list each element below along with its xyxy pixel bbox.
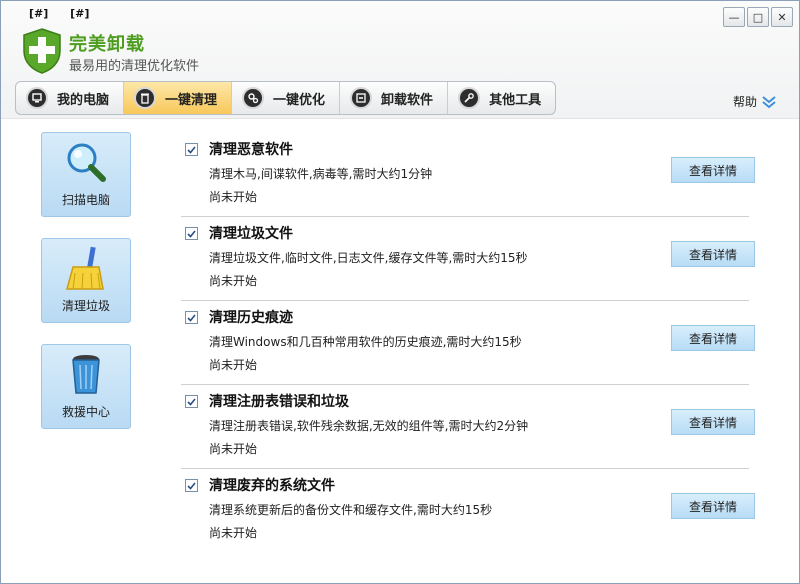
checkmark-icon: [187, 398, 196, 406]
item-checkbox[interactable]: [185, 227, 198, 240]
rescue-center-button[interactable]: 救援中心: [41, 344, 131, 429]
app-window: [#] [#] 完美卸载 最易用的清理优化软件 — □ ✕ 我的电脑 一键清理 …: [0, 0, 800, 584]
clean-item: 清理废弃的系统文件 清理系统更新后的备份文件和缓存文件,需时大约15秒 尚未开始…: [181, 469, 755, 553]
item-status: 尚未开始: [209, 526, 258, 540]
tab-one-click-clean[interactable]: 一键清理: [124, 82, 233, 114]
clean-item: 清理注册表错误和垃圾 清理注册表错误,软件残余数据,无效的组件等,需时大约2分钟…: [181, 385, 755, 469]
logo-shield-plus-icon: [23, 28, 61, 74]
tools-icon: [458, 87, 481, 109]
title-tag: [#]: [29, 7, 49, 20]
item-status: 尚未开始: [209, 190, 258, 204]
tab-label: 其他工具: [489, 92, 542, 108]
item-checkbox[interactable]: [185, 311, 198, 324]
recycle-bin-icon: [72, 355, 100, 394]
clean-item: 清理恶意软件 清理木马,间谍软件,病毒等,需时大约1分钟 尚未开始 查看详情: [181, 133, 755, 217]
item-description: 清理木马,间谍软件,病毒等,需时大约1分钟: [209, 167, 433, 181]
clean-junk-button[interactable]: 清理垃圾: [41, 238, 131, 323]
view-details-button[interactable]: 查看详情: [671, 241, 755, 267]
view-details-button[interactable]: 查看详情: [671, 157, 755, 183]
view-details-button[interactable]: 查看详情: [671, 325, 755, 351]
checkmark-icon: [187, 146, 196, 154]
side-label: 扫描电脑: [61, 193, 110, 207]
item-description: 清理Windows和几百种常用软件的历史痕迹,需时大约15秒: [209, 335, 522, 349]
close-button[interactable]: ✕: [771, 7, 793, 27]
title-tags: [#] [#]: [29, 7, 107, 20]
clean-item: 清理历史痕迹 清理Windows和几百种常用软件的历史痕迹,需时大约15秒 尚未…: [181, 301, 755, 385]
tab-my-computer[interactable]: 我的电脑: [16, 82, 125, 114]
view-details-button[interactable]: 查看详情: [671, 409, 755, 435]
tab-label: 一键清理: [165, 92, 218, 108]
side-label: 救援中心: [61, 405, 110, 419]
side-label: 清理垃圾: [61, 299, 110, 313]
view-details-button[interactable]: 查看详情: [671, 493, 755, 519]
scan-computer-button[interactable]: 扫描电脑: [41, 132, 131, 217]
clean-item: 清理垃圾文件 清理垃圾文件,临时文件,日志文件,缓存文件等,需时大约15秒 尚未…: [181, 217, 755, 301]
item-title: 清理恶意软件: [209, 142, 293, 158]
item-checkbox[interactable]: [185, 395, 198, 408]
item-title: 清理废弃的系统文件: [209, 478, 335, 494]
app-title: 完美卸载: [69, 34, 145, 55]
item-status: 尚未开始: [209, 274, 258, 288]
magnifier-icon: [67, 143, 106, 182]
help-label: 帮助: [732, 95, 757, 109]
trash-icon: [134, 87, 157, 109]
help-link[interactable]: 帮助: [733, 93, 777, 110]
item-description: 清理系统更新后的备份文件和缓存文件,需时大约15秒: [209, 503, 493, 517]
tab-label: 一键优化: [273, 92, 326, 108]
tab-other-tools[interactable]: 其他工具: [448, 82, 555, 114]
item-title: 清理历史痕迹: [209, 310, 293, 326]
tab-label: 卸载软件: [381, 92, 434, 108]
uninstall-icon: [350, 87, 373, 109]
item-status: 尚未开始: [209, 442, 258, 456]
item-status: 尚未开始: [209, 358, 258, 372]
item-checkbox[interactable]: [185, 479, 198, 492]
item-description: 清理垃圾文件,临时文件,日志文件,缓存文件等,需时大约15秒: [209, 251, 528, 265]
checkmark-icon: [187, 482, 196, 490]
app-subtitle: 最易用的清理优化软件: [69, 59, 200, 74]
item-title: 清理注册表错误和垃圾: [209, 394, 349, 410]
checkmark-icon: [187, 230, 196, 238]
tab-one-click-optimize[interactable]: 一键优化: [232, 82, 341, 114]
window-controls: — □ ✕: [721, 7, 793, 27]
item-title: 清理垃圾文件: [209, 226, 293, 242]
checkmark-icon: [187, 314, 196, 322]
item-checkbox[interactable]: [185, 143, 198, 156]
tab-uninstall-software[interactable]: 卸载软件: [340, 82, 449, 114]
broom-icon: [66, 246, 104, 290]
gears-icon: [242, 87, 265, 109]
item-description: 清理注册表错误,软件残余数据,无效的组件等,需时大约2分钟: [209, 419, 529, 433]
computer-icon: [26, 87, 48, 109]
main-tabs: 我的电脑 一键清理 一键优化 卸载软件 其他工具: [15, 81, 557, 115]
minimize-button[interactable]: —: [723, 7, 745, 27]
header: [#] [#] 完美卸载 最易用的清理优化软件 — □ ✕ 我的电脑 一键清理 …: [1, 1, 799, 119]
double-chevron-down-icon: [762, 95, 776, 108]
maximize-button[interactable]: □: [747, 7, 769, 27]
tab-label: 我的电脑: [57, 92, 110, 108]
title-tag: [#]: [70, 7, 90, 20]
